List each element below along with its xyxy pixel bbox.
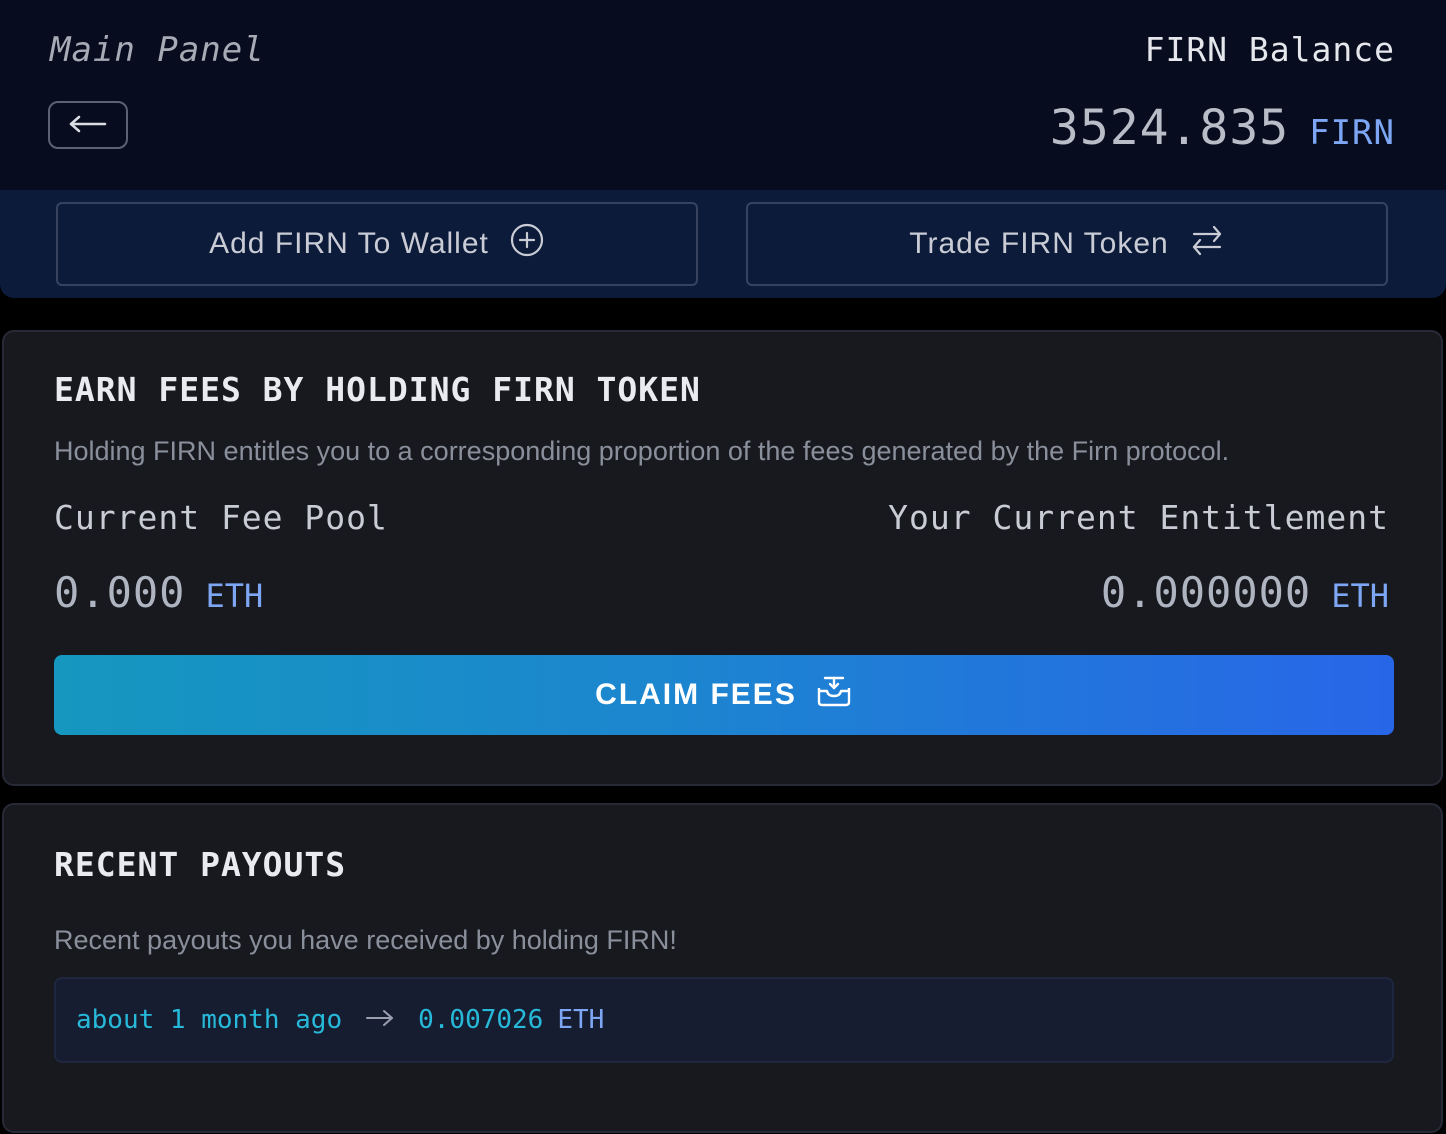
fee-pool-amount: 0.000 — [54, 568, 186, 617]
earn-fees-description: Holding FIRN entitles you to a correspon… — [54, 436, 1230, 466]
header: Main Panel FIRN Balance 3524.835 FIRN — [0, 0, 1446, 190]
action-bar: Add FIRN To Wallet Trade FIRN Token — [0, 190, 1446, 298]
plus-circle-icon — [509, 222, 545, 266]
trade-token-label: Trade FIRN Token — [909, 227, 1169, 260]
recent-payouts-title: RECENT PAYOUTS — [54, 845, 347, 884]
fee-pool-unit: ETH — [205, 577, 264, 615]
fee-pool-label: Current Fee Pool — [54, 498, 388, 537]
payout-unit: ETH — [557, 1005, 605, 1035]
fee-pool-value: 0.000 ETH — [54, 568, 263, 617]
arrow-right-icon — [364, 1006, 396, 1034]
claim-fees-label: CLAIM FEES — [595, 678, 797, 711]
claim-fees-button[interactable]: CLAIM FEES — [54, 655, 1394, 735]
add-to-wallet-button[interactable]: Add FIRN To Wallet — [56, 202, 698, 286]
earn-fees-title: EARN FEES BY HOLDING FIRN TOKEN — [54, 370, 701, 409]
trade-token-button[interactable]: Trade FIRN Token — [746, 202, 1388, 286]
payout-amount: 0.007026 — [418, 1005, 544, 1035]
balance-value: 3524.835 FIRN — [1050, 100, 1395, 156]
recent-payouts-card: RECENT PAYOUTS Recent payouts you have r… — [2, 803, 1443, 1133]
payout-row: about 1 month ago 0.007026 ETH — [54, 977, 1394, 1063]
arrow-left-icon — [68, 114, 108, 137]
page-title: Main Panel — [50, 30, 265, 70]
recent-payouts-description: Recent payouts you have received by hold… — [54, 925, 677, 955]
earn-fees-card: EARN FEES BY HOLDING FIRN TOKEN Holding … — [2, 330, 1443, 786]
back-button[interactable] — [48, 101, 128, 149]
entitlement-unit: ETH — [1331, 577, 1389, 615]
inbox-download-icon — [815, 674, 853, 716]
add-to-wallet-label: Add FIRN To Wallet — [209, 227, 489, 260]
swap-arrows-icon — [1189, 222, 1225, 266]
entitlement-amount: 0.000000 — [1100, 568, 1312, 617]
balance-unit: FIRN — [1309, 113, 1395, 153]
balance-label: FIRN Balance — [1144, 30, 1395, 69]
entitlement-value: 0.000000 ETH — [1101, 568, 1389, 617]
payout-time: about 1 month ago — [76, 1005, 343, 1035]
balance-amount: 3524.835 — [1049, 100, 1290, 156]
entitlement-label: Your Current Entitlement — [888, 498, 1389, 537]
